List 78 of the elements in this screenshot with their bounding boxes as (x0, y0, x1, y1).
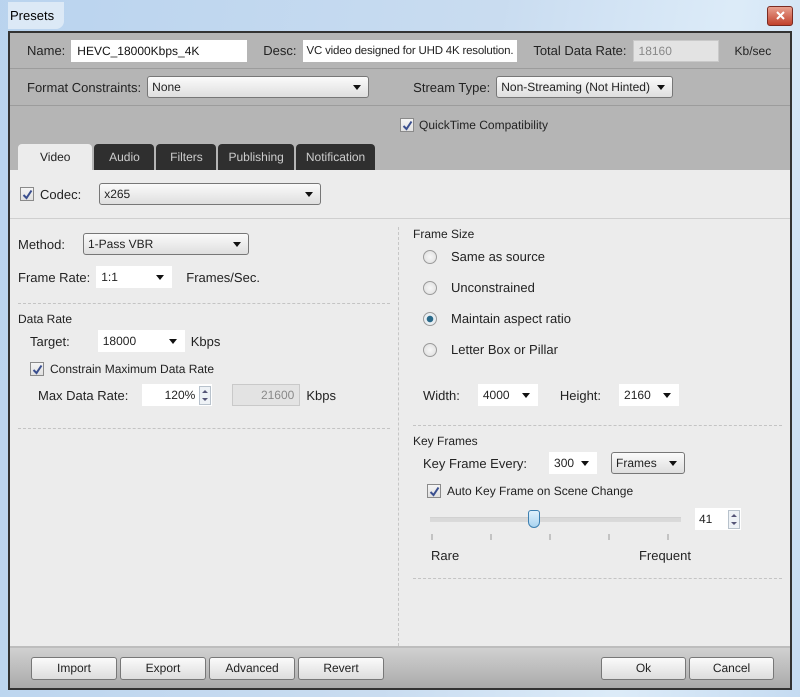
caret-icon (168, 338, 177, 344)
frame-rate-dropdown[interactable]: 1:1 (96, 266, 172, 288)
radio-button[interactable] (423, 280, 437, 294)
tab[interactable]: Audio (94, 144, 154, 170)
unit-label: Kb/sec (734, 44, 772, 58)
tab[interactable]: Filters (156, 144, 216, 170)
field-label: Max Data Rate: (38, 388, 128, 402)
field-label: Stream Type: (413, 80, 490, 94)
dialog-button[interactable]: Import (31, 656, 117, 680)
tab[interactable]: Publishing (218, 144, 294, 170)
slider-label: Rare (431, 548, 460, 562)
dialog-button[interactable]: Revert (298, 656, 384, 680)
key-frame-spinner[interactable]: 41 (695, 508, 741, 530)
caret-icon (232, 242, 241, 246)
checkbox-label: Auto Key Frame on Scene Change (447, 484, 634, 498)
stream-type-dropdown[interactable]: Non-Streaming (Not Hinted) (496, 76, 674, 98)
checkbox[interactable] (20, 187, 34, 201)
checkbox-label: Codec: (40, 186, 82, 202)
field-label: Target: (30, 334, 70, 348)
checkbox[interactable] (427, 484, 441, 498)
section-title: Frame Size (413, 227, 476, 241)
section-title: Key Frames (413, 434, 479, 448)
checkbox-label: Constrain Maximum Data Rate (50, 362, 214, 376)
field-label: Method: (18, 236, 65, 252)
close-icon (776, 11, 784, 20)
field-label: Key Frame Every: (423, 456, 528, 470)
dialog-button[interactable]: Advanced (209, 656, 295, 680)
section-title: Data Rate (18, 312, 74, 326)
caret-icon (353, 84, 362, 90)
dialog-button[interactable]: Cancel (689, 656, 774, 680)
unit-label: Kbps (306, 388, 336, 402)
target-dropdown[interactable]: 18000 (98, 330, 185, 352)
radio-button[interactable] (423, 342, 437, 356)
width-dropdown[interactable]: 4000 (478, 384, 538, 406)
method-dropdown[interactable]: 1-Pass VBR (82, 233, 249, 255)
slider-thumb[interactable] (528, 510, 540, 528)
spinner-arrows-icon (199, 386, 212, 404)
field-label: Name: (27, 43, 66, 58)
radio-button[interactable] (423, 312, 437, 326)
dialog-button[interactable]: Ok (601, 656, 686, 680)
checkbox[interactable] (400, 118, 414, 132)
spinner-arrows-icon (728, 510, 740, 528)
radio-label: Letter Box or Pillar (451, 342, 558, 357)
checkbox[interactable] (30, 362, 44, 376)
codec-dropdown[interactable]: x265 (99, 183, 322, 205)
radio-label: Maintain aspect ratio (451, 311, 571, 326)
tab[interactable]: Video (18, 144, 92, 170)
key-frame-every-dropdown[interactable]: 300 (549, 452, 598, 474)
radio-label: Same as source (451, 249, 545, 264)
height-dropdown[interactable]: 2160 (619, 384, 680, 406)
caret-icon (156, 274, 164, 280)
max-data-rate-spinner[interactable]: 120% (142, 384, 212, 406)
unit-label: Kbps (190, 334, 220, 348)
description-field[interactable]: VC video designed for UHD 4K resolution. (302, 40, 518, 62)
caret-icon (663, 392, 672, 398)
radio-button[interactable] (423, 250, 437, 264)
caret-icon (581, 460, 590, 466)
field-label: Desc: (263, 43, 297, 58)
format-constraints-dropdown[interactable]: None (147, 76, 370, 98)
checkbox-label: QuickTime Compatibility (419, 118, 548, 132)
window-title: Presets (8, 2, 64, 29)
field-label: Format Constraints: (27, 80, 142, 94)
name-field[interactable]: HEVC_18000Kbps_4K (71, 40, 248, 62)
unit-label: Frames/Sec. (186, 270, 260, 284)
caret-icon (305, 192, 314, 196)
field-label: Frame Rate: (18, 270, 90, 284)
tab[interactable]: Notification (296, 144, 376, 170)
field-label: Width: (423, 388, 460, 402)
radio-label: Unconstrained (451, 280, 535, 295)
field-label: Height: (560, 388, 602, 402)
slider-label: Frequent (638, 548, 691, 562)
dialog-button[interactable]: Export (120, 656, 206, 680)
caret-icon (657, 84, 666, 90)
caret-icon (669, 460, 678, 466)
key-frame-unit-dropdown[interactable]: Frames (611, 452, 686, 474)
field-label: Total Data Rate: (533, 43, 627, 58)
close-button[interactable] (767, 6, 793, 26)
caret-icon (522, 392, 530, 398)
